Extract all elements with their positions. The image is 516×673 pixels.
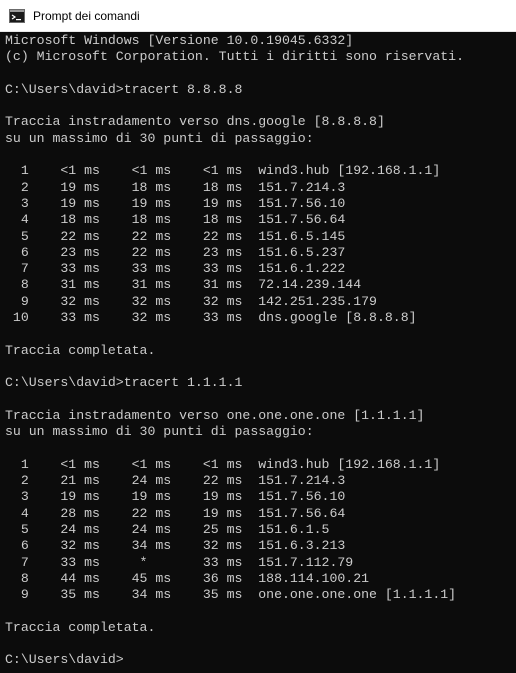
- console-line: 4 28 ms 22 ms 19 ms 151.7.56.64: [5, 505, 346, 521]
- console-line: (c) Microsoft Corporation. Tutti i dirit…: [5, 49, 464, 65]
- console-line: 1 <1 ms <1 ms <1 ms wind3.hub [192.168.1…: [5, 163, 441, 179]
- console-line: C:\Users\david>: [5, 652, 124, 668]
- console-line: Traccia completata.: [5, 619, 156, 635]
- console-line: su un massimo di 30 punti di passaggio:: [5, 130, 314, 146]
- cmd-icon: [9, 9, 25, 23]
- console-line: 8 31 ms 31 ms 31 ms 72.14.239.144: [5, 277, 362, 293]
- title-bar[interactable]: Prompt dei comandi: [0, 0, 516, 32]
- command-prompt-window: Prompt dei comandi Microsoft Windows [Ve…: [0, 0, 516, 673]
- console-line: 1 <1 ms <1 ms <1 ms wind3.hub [192.168.1…: [5, 456, 441, 472]
- console-line: 6 23 ms 22 ms 23 ms 151.6.5.237: [5, 244, 346, 260]
- console-line: 5 24 ms 24 ms 25 ms 151.6.1.5: [5, 521, 330, 537]
- console-line: 4 18 ms 18 ms 18 ms 151.7.56.64: [5, 212, 346, 228]
- console-line: Traccia instradamento verso one.one.one.…: [5, 407, 425, 423]
- console-output[interactable]: Microsoft Windows [Versione 10.0.19045.6…: [5, 33, 511, 669]
- console-line: 6 32 ms 34 ms 32 ms 151.6.3.213: [5, 538, 346, 554]
- console-line: Traccia completata.: [5, 342, 156, 358]
- console-line: 3 19 ms 19 ms 19 ms 151.7.56.10: [5, 489, 346, 505]
- console-line: 7 33 ms * 33 ms 151.7.112.79: [5, 554, 354, 570]
- console-line: 2 19 ms 18 ms 18 ms 151.7.214.3: [5, 179, 346, 195]
- console-line: Traccia instradamento verso dns.google […: [5, 114, 385, 130]
- console-line: C:\Users\david>tracert 1.1.1.1: [5, 375, 243, 391]
- console-line: 8 44 ms 45 ms 36 ms 188.114.100.21: [5, 570, 370, 586]
- console-line: 9 35 ms 34 ms 35 ms one.one.one.one [1.1…: [5, 587, 457, 603]
- console-line: 10 33 ms 32 ms 33 ms dns.google [8.8.8.8…: [5, 310, 417, 326]
- console-line: 7 33 ms 33 ms 33 ms 151.6.1.222: [5, 261, 346, 277]
- console-line: Microsoft Windows [Versione 10.0.19045.6…: [5, 33, 354, 48]
- console-line: 5 22 ms 22 ms 22 ms 151.6.5.145: [5, 228, 346, 244]
- console-line: C:\Users\david>tracert 8.8.8.8: [5, 81, 243, 97]
- console-line: su un massimo di 30 punti di passaggio:: [5, 424, 314, 440]
- console-line: 3 19 ms 19 ms 19 ms 151.7.56.10: [5, 195, 346, 211]
- console-line: 2 21 ms 24 ms 22 ms 151.7.214.3: [5, 473, 346, 489]
- window-title: Prompt dei comandi: [33, 9, 140, 23]
- console-line: 9 32 ms 32 ms 32 ms 142.251.235.179: [5, 293, 377, 309]
